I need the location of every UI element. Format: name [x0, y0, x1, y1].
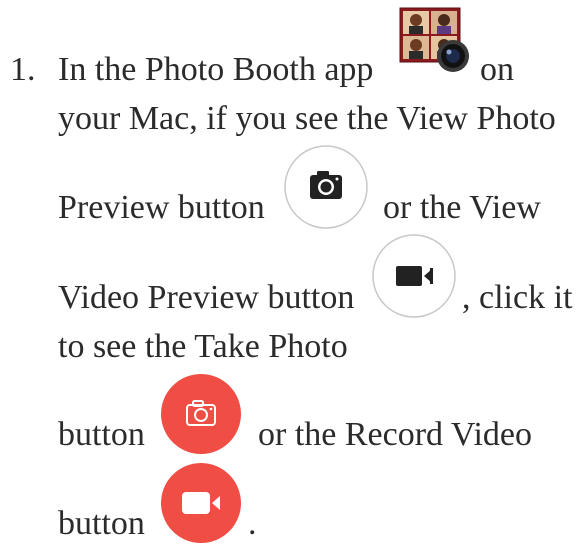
- step-text-line3b: or the View: [383, 189, 541, 226]
- step-text-line5: to see the Take Photo: [58, 328, 348, 365]
- step-text-line7a: button: [58, 505, 145, 542]
- step-text-line1a: In the Photo Booth app: [58, 51, 374, 88]
- take-photo-button[interactable]: [160, 373, 242, 455]
- step-number: 1.: [10, 51, 36, 88]
- view-photo-preview-button[interactable]: [282, 143, 370, 231]
- view-video-preview-button[interactable]: [370, 232, 458, 320]
- step-text-line7b: .: [248, 505, 257, 542]
- step-text-line3a: Preview button: [58, 189, 265, 226]
- step-text-line4a: Video Preview button: [58, 279, 355, 316]
- step-text-line6b: or the Record Video: [258, 416, 532, 453]
- video-camera-icon: [372, 234, 456, 318]
- record-video-button[interactable]: [160, 462, 242, 544]
- step-text-line1b: on: [480, 51, 514, 88]
- video-camera-icon: [161, 463, 241, 543]
- step-text-line4b: , click it: [462, 279, 573, 316]
- camera-icon: [284, 145, 368, 229]
- camera-icon: [161, 374, 241, 454]
- step-text-line2: your Mac, if you see the View Photo: [58, 100, 556, 137]
- step-text-line6a: button: [58, 416, 145, 453]
- photo-booth-app-icon: [397, 4, 471, 78]
